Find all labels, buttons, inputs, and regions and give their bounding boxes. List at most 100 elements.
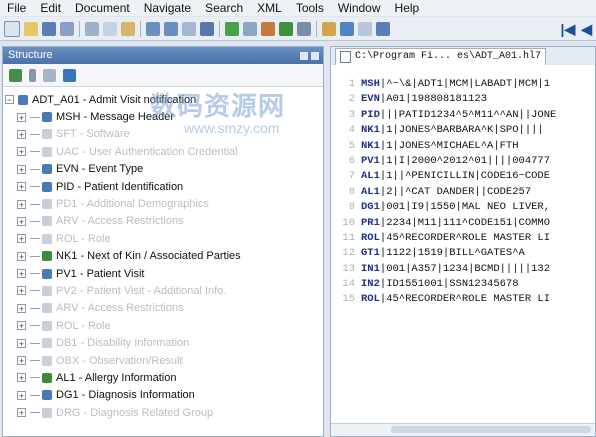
tree-connector: [30, 273, 40, 275]
menu-item-document[interactable]: Document: [68, 0, 137, 16]
expand-icon[interactable]: +: [17, 216, 26, 226]
expand-icon[interactable]: +: [17, 112, 26, 122]
menu-item-search[interactable]: Search: [198, 0, 250, 16]
tree-row-uac[interactable]: + UAC - User Authentication Credential: [3, 143, 323, 160]
code-area[interactable]: 1 MSH|^~\&|ADT1|MCM|LABADT|MCM|1 2 EVN|A01|…: [331, 77, 595, 308]
segment-fields: |001|I9|1550|MAL NEO LIVER,: [379, 201, 551, 214]
tree-row-dg1[interactable]: + DG1 - Diagnosis Information: [3, 387, 323, 404]
menu-item-tools[interactable]: Tools: [289, 0, 331, 16]
code-line: 4 NK1|1|JONES^BARBARA^K|SPO||||: [331, 123, 595, 138]
tree-row-pid[interactable]: + PID - Patient Identification: [3, 178, 323, 195]
settings-icon[interactable]: [297, 21, 311, 36]
filter-icon[interactable]: [9, 68, 22, 82]
cut-icon[interactable]: [85, 21, 99, 36]
validate-icon[interactable]: [225, 21, 239, 36]
paste-icon[interactable]: [121, 21, 135, 36]
structure-panel-title: Structure: [3, 47, 323, 64]
grid-icon[interactable]: [376, 21, 390, 36]
minimize-icon[interactable]: [300, 51, 308, 60]
nav-back-icon[interactable]: ◀: [581, 21, 592, 37]
expand-icon[interactable]: −: [5, 95, 14, 105]
expand-icon[interactable]: +: [17, 251, 26, 261]
nav-first-icon[interactable]: |◀: [561, 21, 576, 37]
code-line: 7 AL1|1||^PENICILLIN|CODE16~CODE: [331, 169, 595, 184]
tree-row-rol[interactable]: + ROL - Role: [3, 230, 323, 247]
expand-icon[interactable]: +: [17, 356, 26, 366]
expand-icon[interactable]: +: [17, 182, 26, 192]
segment-name: AL1: [361, 185, 380, 198]
tree-row-pv1[interactable]: + PV1 - Patient Visit: [3, 265, 323, 282]
redo-icon[interactable]: [164, 21, 178, 36]
find-icon[interactable]: [182, 21, 196, 36]
refresh-icon[interactable]: [63, 68, 76, 82]
database-icon[interactable]: [340, 21, 354, 36]
tree-row-al1[interactable]: + AL1 - Allergy Information: [3, 369, 323, 386]
collapse-icon[interactable]: [43, 68, 56, 82]
line-number: 4: [348, 124, 355, 137]
tree-row-evn[interactable]: + EVN - Event Type: [3, 161, 323, 178]
expand-icon[interactable]: +: [17, 303, 26, 313]
tree-row-pd1[interactable]: + PD1 - Additional Demographics: [3, 195, 323, 212]
horizontal-scrollbar[interactable]: [331, 423, 595, 436]
arrow-right-icon[interactable]: [243, 21, 257, 36]
tree-row-arv[interactable]: + ARV - Access Restrictions: [3, 300, 323, 317]
editor-tab[interactable]: C:\Program Fi... es\ADT_A01.hl7: [335, 48, 547, 65]
expand-icon[interactable]: +: [17, 199, 26, 209]
menu-item-file[interactable]: File: [0, 0, 33, 16]
tree-row-rol[interactable]: + ROL - Role: [3, 317, 323, 334]
menu-item-window[interactable]: Window: [331, 0, 388, 16]
tree-row-obx[interactable]: + OBX - Observation/Result: [3, 352, 323, 369]
replace-icon[interactable]: [200, 21, 214, 36]
tree-row-drg[interactable]: + DRG - Diagnosis Related Group: [3, 404, 323, 421]
expand-icon[interactable]: +: [17, 338, 26, 348]
segment-name: GT1: [361, 247, 380, 260]
new-file-icon[interactable]: [4, 20, 20, 37]
line-text: ROL|45^RECORDER^ROLE MASTER LI: [359, 292, 550, 307]
expand-icon[interactable]: +: [17, 390, 26, 400]
tree-row-pv2[interactable]: + PV2 - Patient Visit - Additional Info.: [3, 282, 323, 299]
line-number: 9: [348, 201, 355, 214]
main-toolbar: |◀ ◀: [0, 17, 596, 41]
tree-row-arv[interactable]: + ARV - Access Restrictions: [3, 213, 323, 230]
menu-item-xml[interactable]: XML: [250, 0, 289, 16]
undo-icon[interactable]: [146, 21, 160, 36]
expand-icon[interactable]: +: [17, 129, 26, 139]
open-folder-icon[interactable]: [24, 21, 38, 36]
tree-connector: [30, 307, 40, 309]
scrollbar-thumb[interactable]: [391, 426, 591, 433]
expand-icon[interactable]: +: [17, 147, 26, 157]
save-icon[interactable]: [42, 21, 56, 36]
menu-item-help[interactable]: Help: [388, 0, 427, 16]
expand-icon[interactable]: +: [17, 408, 26, 418]
tree-row-nk1[interactable]: + NK1 - Next of Kin / Associated Parties: [3, 248, 323, 265]
expand-icon[interactable]: +: [17, 164, 26, 174]
transform-icon[interactable]: [261, 21, 275, 36]
line-text: AL1|2||^CAT DANDER||CODE257: [359, 185, 531, 200]
expand-icon[interactable]: +: [17, 373, 26, 383]
dropdown-icon[interactable]: [29, 68, 36, 82]
close-icon[interactable]: [311, 51, 319, 60]
tree-row-label: OBX - Observation/Result: [56, 354, 183, 367]
run-icon[interactable]: [279, 21, 293, 36]
tree-row-label: DG1 - Diagnosis Information: [56, 389, 195, 402]
line-text: EVN|A01|198808181123: [359, 92, 487, 107]
segment-icon: [42, 233, 52, 244]
expand-icon[interactable]: +: [17, 269, 26, 279]
segment-fields: |^~\&|ADT1|MCM|LABADT|MCM|1: [379, 78, 551, 90]
expand-icon[interactable]: +: [17, 234, 26, 244]
segment-name: DG1: [361, 201, 380, 214]
copy-icon[interactable]: [103, 21, 117, 36]
expand-icon[interactable]: +: [17, 321, 26, 331]
segment-fields: |45^RECORDER^ROLE MASTER LI: [379, 293, 551, 306]
menu-item-edit[interactable]: Edit: [33, 0, 68, 16]
save-all-icon[interactable]: [60, 21, 74, 36]
tree-row-db1[interactable]: + DB1 - Disability Information: [3, 334, 323, 351]
window-icon[interactable]: [358, 21, 372, 36]
menu-item-navigate[interactable]: Navigate: [137, 0, 198, 16]
tree-connector: [30, 255, 40, 257]
expand-icon[interactable]: +: [17, 286, 26, 296]
segment-name: EVN: [361, 93, 380, 106]
library-icon[interactable]: [322, 21, 336, 36]
tree-connector: [30, 238, 40, 240]
segment-icon: [42, 199, 52, 210]
